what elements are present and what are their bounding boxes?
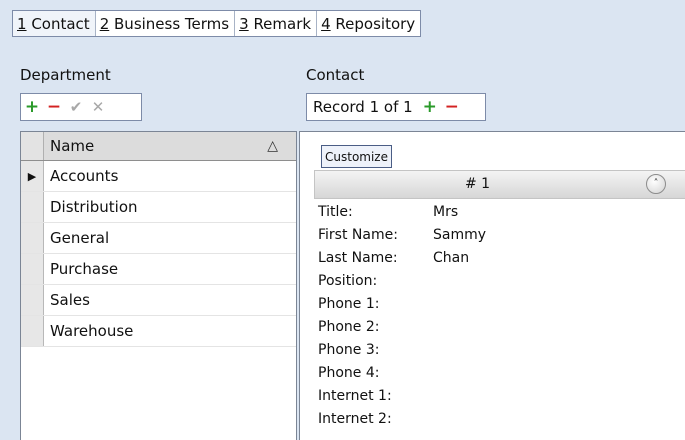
department-name-cell[interactable]: Sales [44, 285, 90, 315]
field-label: Title: [318, 203, 353, 220]
field-phone-1: Phone 1: [318, 292, 486, 315]
field-first-name: First Name: Sammy [318, 223, 486, 246]
field-internet-2: Internet 2: [318, 407, 486, 430]
tab-remark[interactable]: 3 Remark [235, 11, 318, 36]
department-grid: Name △ ▶ Accounts Distribution General P… [20, 131, 297, 440]
contact-navigator: Record 1 of 1 + − [306, 93, 486, 121]
field-value[interactable]: Sammy [433, 227, 486, 243]
row-indicator [21, 316, 44, 346]
table-row[interactable]: General [21, 223, 296, 254]
card-header: # 1 ˄ [314, 170, 685, 199]
department-name-cell[interactable]: Distribution [44, 192, 138, 222]
collapse-icon[interactable]: ˄ [646, 174, 666, 194]
contact-fields: Title: Mrs First Name: Sammy Last Name: Cha… [318, 200, 486, 430]
remove-contact-button[interactable]: − [441, 96, 463, 118]
table-row[interactable]: Sales [21, 285, 296, 316]
table-row[interactable]: Purchase [21, 254, 296, 285]
tab-business-terms[interactable]: 2 Business Terms [96, 11, 236, 36]
contact-label: Contact [306, 66, 365, 84]
table-row[interactable]: Distribution [21, 192, 296, 223]
field-value[interactable]: Mrs [433, 204, 458, 220]
field-label: Phone 4: [318, 364, 380, 381]
confirm-department-button[interactable]: ✔ [65, 96, 87, 118]
tab-repository[interactable]: 4 Repository [317, 11, 420, 36]
field-position: Position: [318, 269, 486, 292]
field-title: Title: Mrs [318, 200, 486, 223]
row-selected-icon: ▶ [21, 161, 44, 191]
department-name-cell[interactable]: General [44, 223, 109, 253]
row-indicator [21, 285, 44, 315]
table-row[interactable]: ▶ Accounts [21, 161, 296, 192]
row-indicator-header [21, 132, 44, 160]
remove-department-button[interactable]: − [43, 96, 65, 118]
department-label: Department [20, 66, 111, 84]
field-label: Phone 3: [318, 341, 380, 358]
record-indicator: Record 1 of 1 [313, 98, 413, 116]
field-label: Phone 2: [318, 318, 380, 335]
tab-label: Remark [253, 14, 312, 33]
tab-label: Contact [31, 14, 90, 33]
card-title: # 1 [465, 176, 491, 192]
field-label: First Name: [318, 226, 398, 243]
field-internet-1: Internet 1: [318, 384, 486, 407]
tab-accelerator: 4 [321, 14, 331, 33]
field-phone-3: Phone 3: [318, 338, 486, 361]
add-department-button[interactable]: + [21, 96, 43, 118]
grid-header: Name △ [21, 132, 296, 161]
tab-accelerator: 1 [17, 14, 27, 33]
contact-card-panel: Customize # 1 ˄ Title: Mrs First Name: Sam… [299, 131, 685, 440]
tab-accelerator: 2 [99, 14, 110, 33]
column-header-name[interactable]: Name [44, 132, 296, 160]
tab-label: Business Terms [114, 14, 230, 33]
tab-label: Repository [335, 14, 416, 33]
row-indicator [21, 254, 44, 284]
sort-ascending-icon: △ [267, 138, 278, 154]
field-label: Position: [318, 272, 378, 289]
table-row[interactable]: Warehouse [21, 316, 296, 347]
field-phone-4: Phone 4: [318, 361, 486, 384]
field-last-name: Last Name: Chan [318, 246, 486, 269]
department-toolbar: + − ✔ ✕ [20, 93, 142, 121]
field-label: Internet 1: [318, 387, 392, 404]
tab-accelerator: 3 [239, 14, 249, 33]
field-label: Last Name: [318, 249, 398, 266]
customize-button[interactable]: Customize [321, 145, 392, 168]
field-value[interactable]: Chan [433, 250, 469, 266]
department-name-cell[interactable]: Warehouse [44, 316, 133, 346]
tab-list: 1 Contact 2 Business Terms 3 Remark 4 Re… [12, 10, 422, 37]
field-label: Phone 1: [318, 295, 380, 312]
field-label: Internet 2: [318, 410, 392, 427]
department-name-cell[interactable]: Accounts [44, 161, 118, 191]
row-indicator [21, 192, 44, 222]
add-contact-button[interactable]: + [419, 96, 441, 118]
row-indicator [21, 223, 44, 253]
tab-strip: 1 Contact 2 Business Terms 3 Remark 4 Re… [0, 0, 685, 40]
field-phone-2: Phone 2: [318, 315, 486, 338]
department-name-cell[interactable]: Purchase [44, 254, 118, 284]
cancel-department-button[interactable]: ✕ [87, 96, 109, 118]
tab-contact[interactable]: 1 Contact [13, 11, 96, 36]
